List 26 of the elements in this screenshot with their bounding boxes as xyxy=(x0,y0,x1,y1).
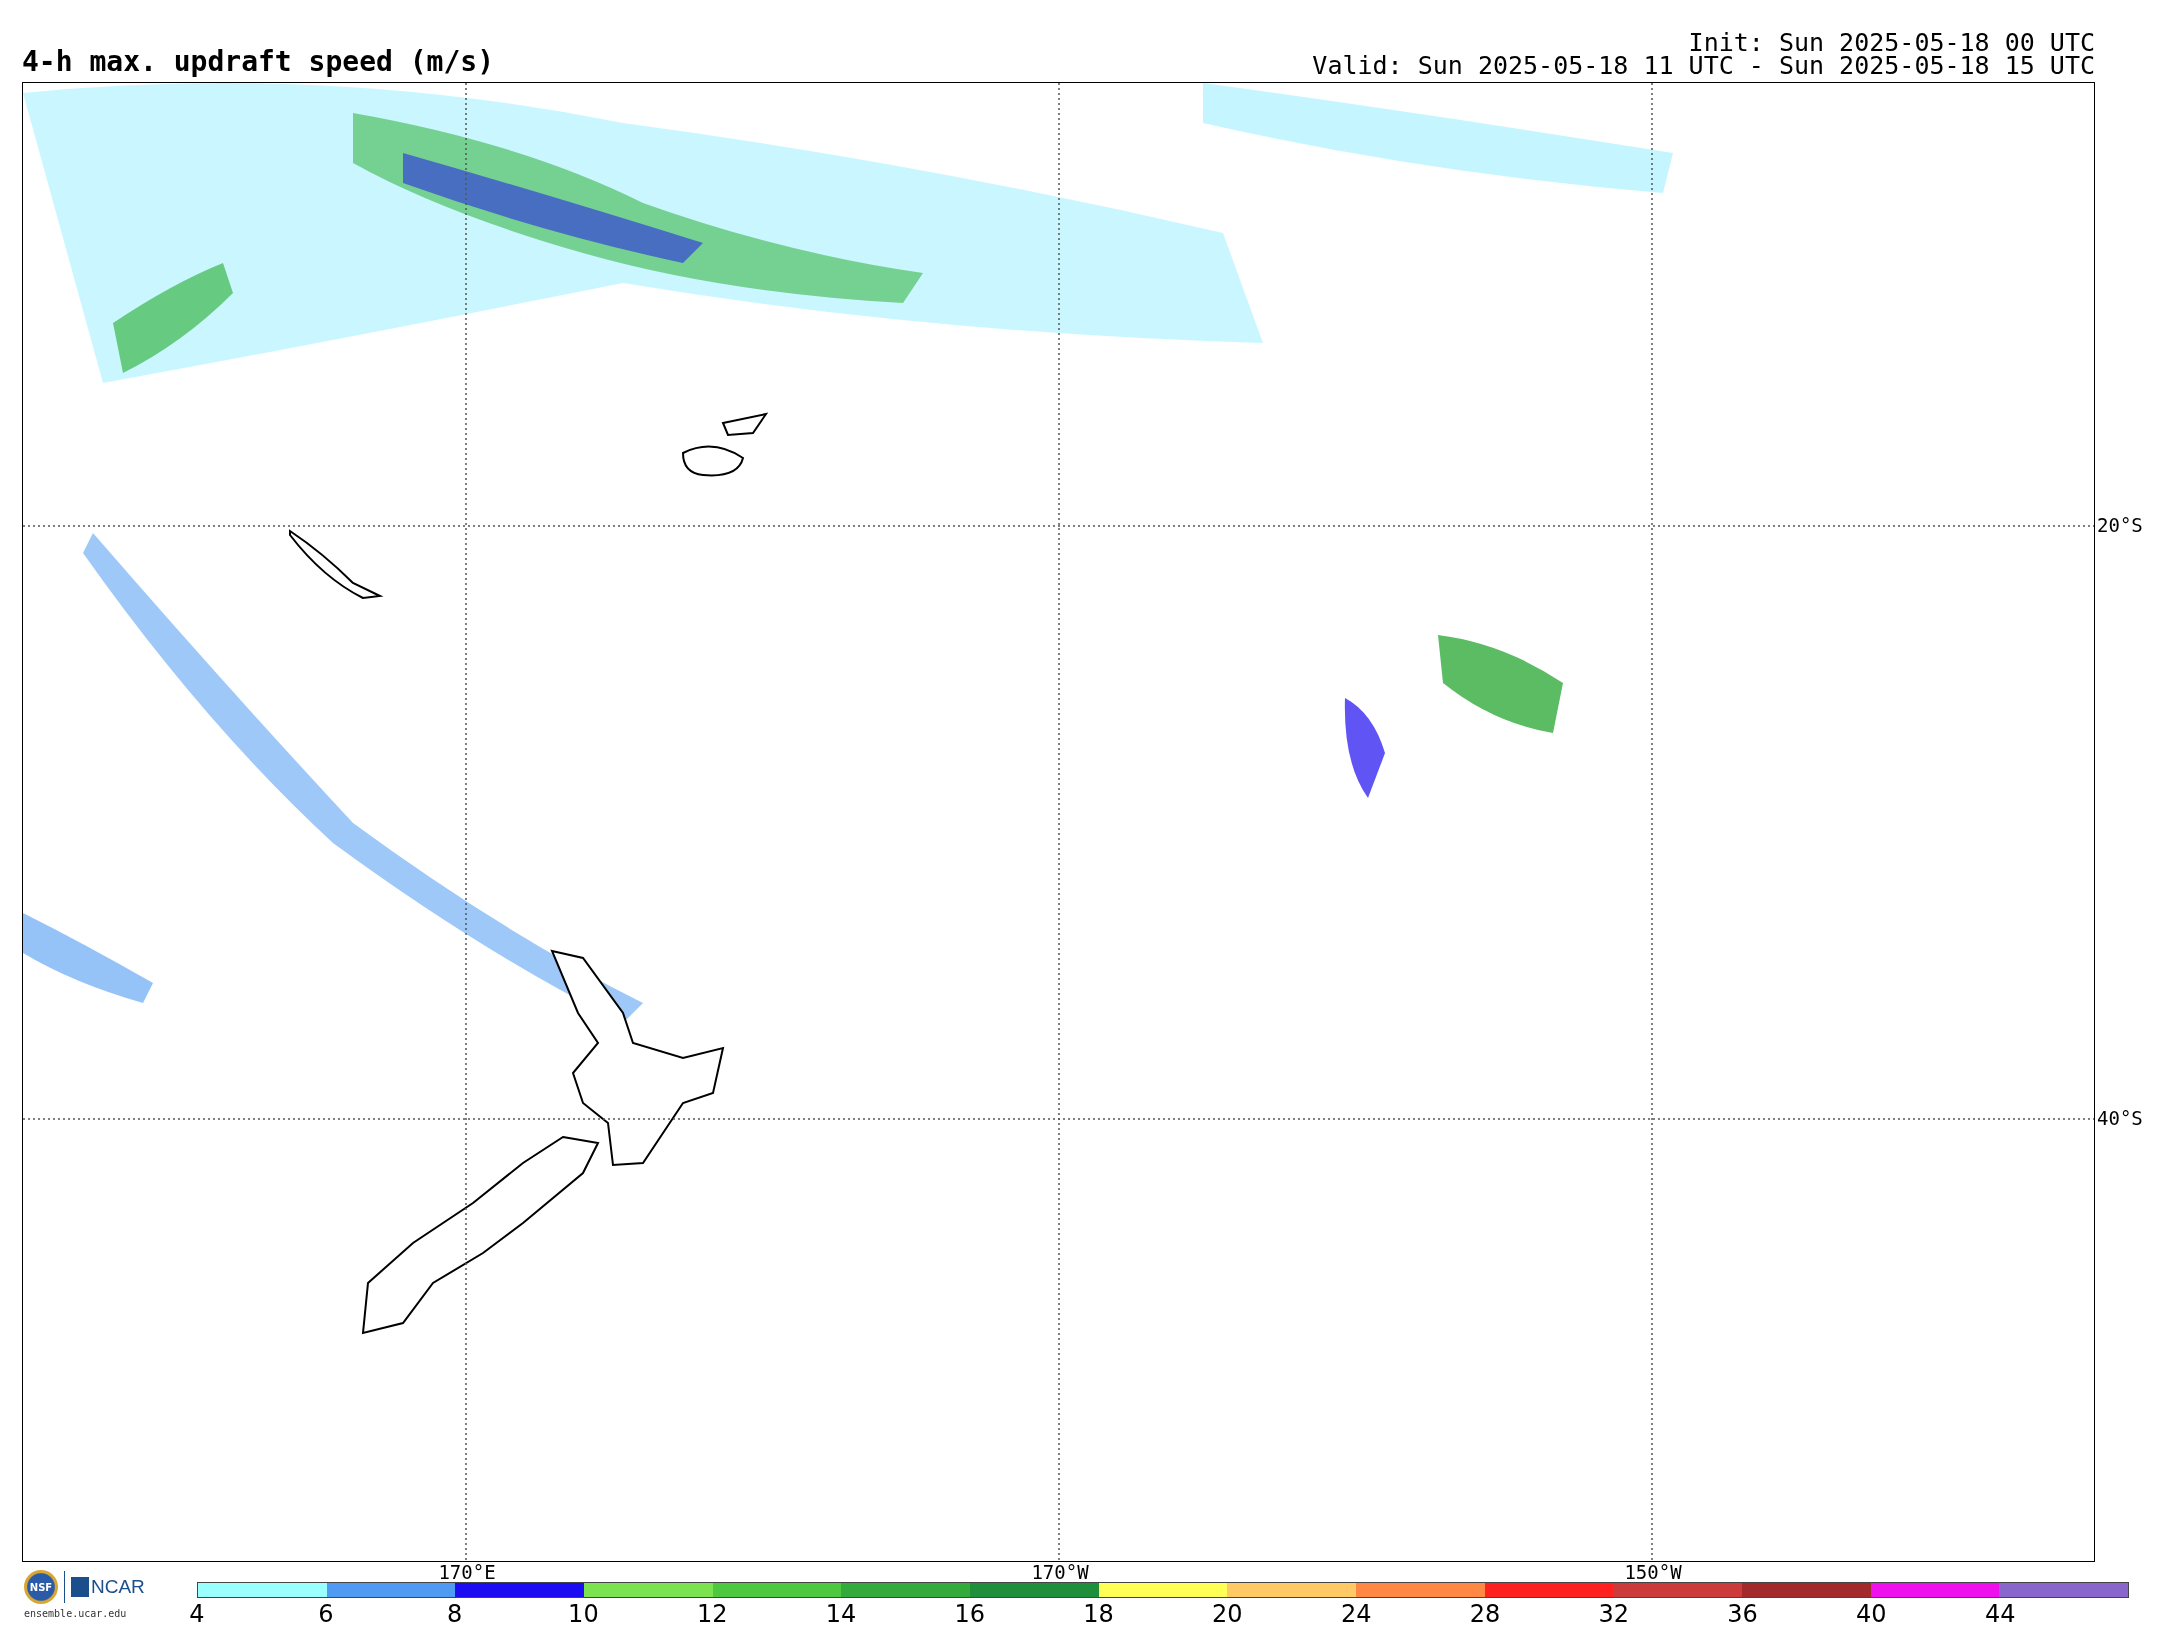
colorbar-tick-label: 16 xyxy=(954,1600,986,1626)
longitude-label: 170°W xyxy=(1031,1562,1089,1582)
longitude-label: 170°E xyxy=(438,1562,496,1582)
colorbar-tick-label: 28 xyxy=(1469,1600,1501,1626)
ncar-logo: NCAR xyxy=(71,1577,145,1597)
colorbar-tick-label: 36 xyxy=(1727,1600,1758,1626)
colorbar-tick-label: 32 xyxy=(1598,1600,1630,1626)
colorbar-tick-label: 12 xyxy=(696,1600,728,1626)
colorbar-tick-label: 24 xyxy=(1340,1600,1372,1626)
nsf-logo: NSF xyxy=(24,1570,58,1604)
colorbar-tick-label: 18 xyxy=(1083,1600,1114,1626)
latitude-label: 20°S xyxy=(2097,514,2143,536)
colorbar-tick-label: 8 xyxy=(446,1600,463,1626)
colorbar-tick-label: 6 xyxy=(318,1600,334,1626)
colorbar-tick-label: 40 xyxy=(1856,1600,1887,1626)
latitude-label: 40°S xyxy=(2097,1107,2143,1129)
colorbar-tick-label: 14 xyxy=(825,1600,857,1626)
valid-time: Valid: Sun 2025-05-18 11 UTC - Sun 2025-05-18 15 UTC xyxy=(1312,54,2095,77)
init-time: Init: Sun 2025-05-18 00 UTC xyxy=(1688,31,2095,54)
colorbar-tick-label: 44 xyxy=(1984,1600,2016,1626)
site-url: ensemble.ucar.edu xyxy=(24,1608,128,1619)
chart-title: 4-h max. updraft speed (m/s) xyxy=(22,47,494,77)
longitude-label: 150°W xyxy=(1624,1562,1682,1582)
colorbar-tick-label: 20 xyxy=(1212,1600,1243,1626)
colorbar-tick-label: 4 xyxy=(189,1600,205,1626)
colorbar-tick-label: 10 xyxy=(568,1600,599,1626)
